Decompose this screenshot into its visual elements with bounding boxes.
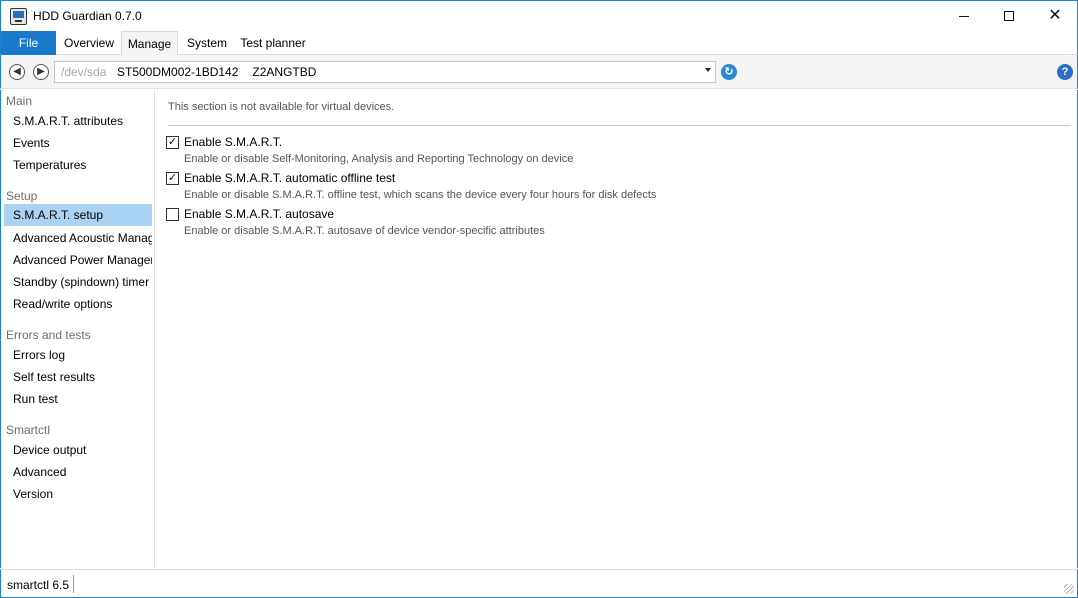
title-bar: HDD Guardian 0.7.0 ✕: [0, 0, 1078, 31]
sidebar-group-setup: Setup: [6, 189, 38, 203]
checkmark-icon: ✓: [167, 136, 178, 148]
divider: [168, 125, 1071, 126]
sidebar-item-events[interactable]: Events: [4, 132, 152, 154]
sidebar-item-device-output[interactable]: Device output: [4, 439, 152, 461]
minimize-button[interactable]: [941, 1, 987, 31]
device-path: /dev/sda: [61, 65, 107, 79]
option-description: Enable or disable S.M.A.R.T. offline tes…: [184, 189, 657, 201]
sidebar-item-read-write-options[interactable]: Read/write options: [4, 293, 152, 315]
device-selector[interactable]: /dev/sda ST500DM002-1BD142 Z2ANGTBD: [54, 61, 716, 83]
option-label[interactable]: Enable S.M.A.R.T. autosave: [184, 207, 334, 221]
maximize-button[interactable]: [986, 1, 1032, 31]
refresh-icon: ↻: [724, 65, 734, 78]
arrow-left-icon: ◀: [13, 66, 21, 77]
sidebar-item-advanced[interactable]: Advanced: [4, 461, 152, 483]
app-icon: [10, 8, 27, 25]
resize-grip-icon[interactable]: [1064, 584, 1074, 594]
close-button[interactable]: ✕: [1032, 1, 1078, 31]
sidebar-item-smart-attributes[interactable]: S.M.A.R.T. attributes: [4, 110, 152, 132]
status-separator: [73, 575, 74, 593]
offline-test-checkbox[interactable]: ✓: [166, 172, 179, 185]
sidebar-group-errors: Errors and tests: [6, 328, 91, 342]
back-button[interactable]: ◀: [9, 64, 25, 80]
sidebar-item-version[interactable]: Version: [4, 483, 152, 505]
device-toolbar: ◀ ▶ /dev/sda ST500DM002-1BD142 Z2ANGTBD …: [0, 55, 1078, 89]
option-description: Enable or disable S.M.A.R.T. autosave of…: [184, 225, 545, 237]
device-model: ST500DM002-1BD142: [117, 65, 239, 79]
sidebar-item-run-test[interactable]: Run test: [4, 388, 152, 410]
option-label[interactable]: Enable S.M.A.R.T. automatic offline test: [184, 171, 395, 185]
refresh-button[interactable]: ↻: [721, 64, 737, 80]
enable-smart-checkbox[interactable]: ✓: [166, 136, 179, 149]
forward-button[interactable]: ▶: [33, 64, 49, 80]
arrow-right-icon: ▶: [37, 66, 45, 77]
help-icon: ?: [1061, 66, 1069, 78]
sidebar-item-acoustic-management[interactable]: Advanced Acoustic Management: [4, 227, 152, 249]
checkmark-icon: ✓: [167, 172, 178, 184]
help-button[interactable]: ?: [1057, 64, 1073, 80]
sidebar: Main S.M.A.R.T. attributes Events Temper…: [0, 90, 155, 568]
option-label[interactable]: Enable S.M.A.R.T.: [184, 135, 282, 149]
chevron-down-icon[interactable]: [705, 68, 711, 72]
menu-tabs: File Overview Manage System Test planner: [0, 31, 1078, 56]
smartctl-version-status: smartctl 6.5: [7, 578, 70, 592]
window-title: HDD Guardian 0.7.0: [33, 9, 142, 23]
tab-manage[interactable]: Manage: [121, 31, 178, 56]
maximize-icon: [1004, 11, 1014, 21]
close-icon: ✕: [1048, 7, 1062, 24]
tab-overview[interactable]: Overview: [57, 31, 121, 55]
virtual-device-notice: This section is not available for virtua…: [168, 101, 395, 113]
tab-system[interactable]: System: [180, 31, 234, 55]
autosave-checkbox[interactable]: [166, 208, 179, 221]
tab-file[interactable]: File: [1, 31, 56, 55]
smart-setup-panel: This section is not available for virtua…: [156, 90, 1078, 568]
sidebar-group-main: Main: [6, 94, 33, 108]
sidebar-group-smartctl: Smartctl: [6, 423, 51, 437]
sidebar-item-temperatures[interactable]: Temperatures: [4, 154, 152, 176]
sidebar-item-errors-log[interactable]: Errors log: [4, 344, 152, 366]
sidebar-item-smart-setup[interactable]: S.M.A.R.T. setup: [4, 204, 152, 226]
sidebar-item-self-test-results[interactable]: Self test results: [4, 366, 152, 388]
option-description: Enable or disable Self-Monitoring, Analy…: [184, 153, 574, 165]
minimize-icon: [959, 15, 969, 17]
status-bar: smartctl 6.5: [0, 569, 1078, 598]
tab-test-planner[interactable]: Test planner: [235, 31, 311, 55]
device-serial: Z2ANGTBD: [252, 65, 317, 79]
sidebar-item-power-management[interactable]: Advanced Power Management: [4, 249, 152, 271]
sidebar-item-standby-timer[interactable]: Standby (spindown) timer: [4, 271, 152, 293]
